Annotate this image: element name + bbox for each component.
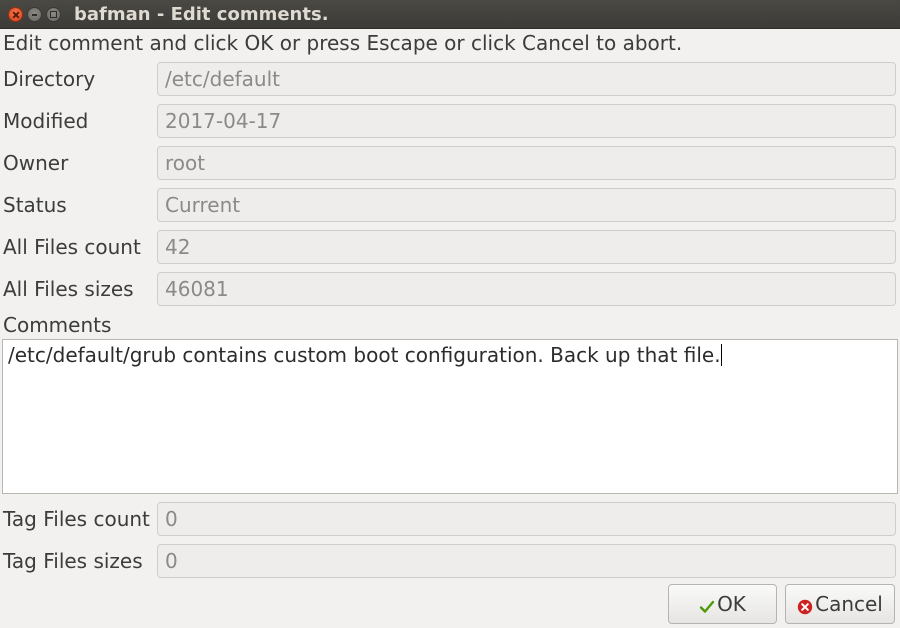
tag-files-sizes-field[interactable]: 0 (157, 544, 896, 578)
close-window-icon[interactable] (8, 7, 23, 22)
cancel-button-label: Cancel (815, 592, 883, 616)
text-cursor (720, 344, 722, 366)
modified-label: Modified (3, 109, 89, 133)
cancel-button[interactable]: Cancel (785, 584, 895, 624)
tag-files-sizes-label: Tag Files sizes (3, 549, 143, 573)
status-field[interactable]: Current (157, 188, 896, 222)
checkmark-icon (699, 596, 715, 613)
window-title: bafman - Edit comments. (74, 4, 329, 25)
comments-textarea[interactable]: /etc/default/grub contains custom boot c… (2, 339, 898, 494)
comments-text: /etc/default/grub contains custom boot c… (8, 343, 721, 367)
tag-files-count-field[interactable]: 0 (157, 502, 896, 536)
minimize-window-icon[interactable] (27, 7, 42, 22)
directory-label: Directory (3, 67, 96, 91)
all-files-count-field[interactable]: 42 (157, 230, 896, 264)
modified-field[interactable]: 2017-04-17 (157, 104, 896, 138)
all-files-sizes-label: All Files sizes (3, 277, 134, 301)
title-bar: bafman - Edit comments. (0, 0, 900, 29)
maximize-window-icon[interactable] (46, 7, 61, 22)
edit-comments-window: bafman - Edit comments. Edit comment and… (0, 0, 900, 628)
status-label: Status (3, 193, 67, 217)
owner-field[interactable]: root (157, 146, 896, 180)
directory-field[interactable]: /etc/default (157, 62, 896, 96)
instruction-text: Edit comment and click OK or press Escap… (3, 31, 683, 55)
comments-label: Comments (3, 313, 112, 337)
tag-files-count-label: Tag Files count (3, 507, 150, 531)
cancel-icon (797, 596, 813, 615)
all-files-sizes-field[interactable]: 46081 (157, 272, 896, 306)
owner-label: Owner (3, 151, 69, 175)
ok-button[interactable]: OK (668, 584, 777, 624)
ok-button-label: OK (717, 592, 746, 616)
all-files-count-label: All Files count (3, 235, 141, 259)
